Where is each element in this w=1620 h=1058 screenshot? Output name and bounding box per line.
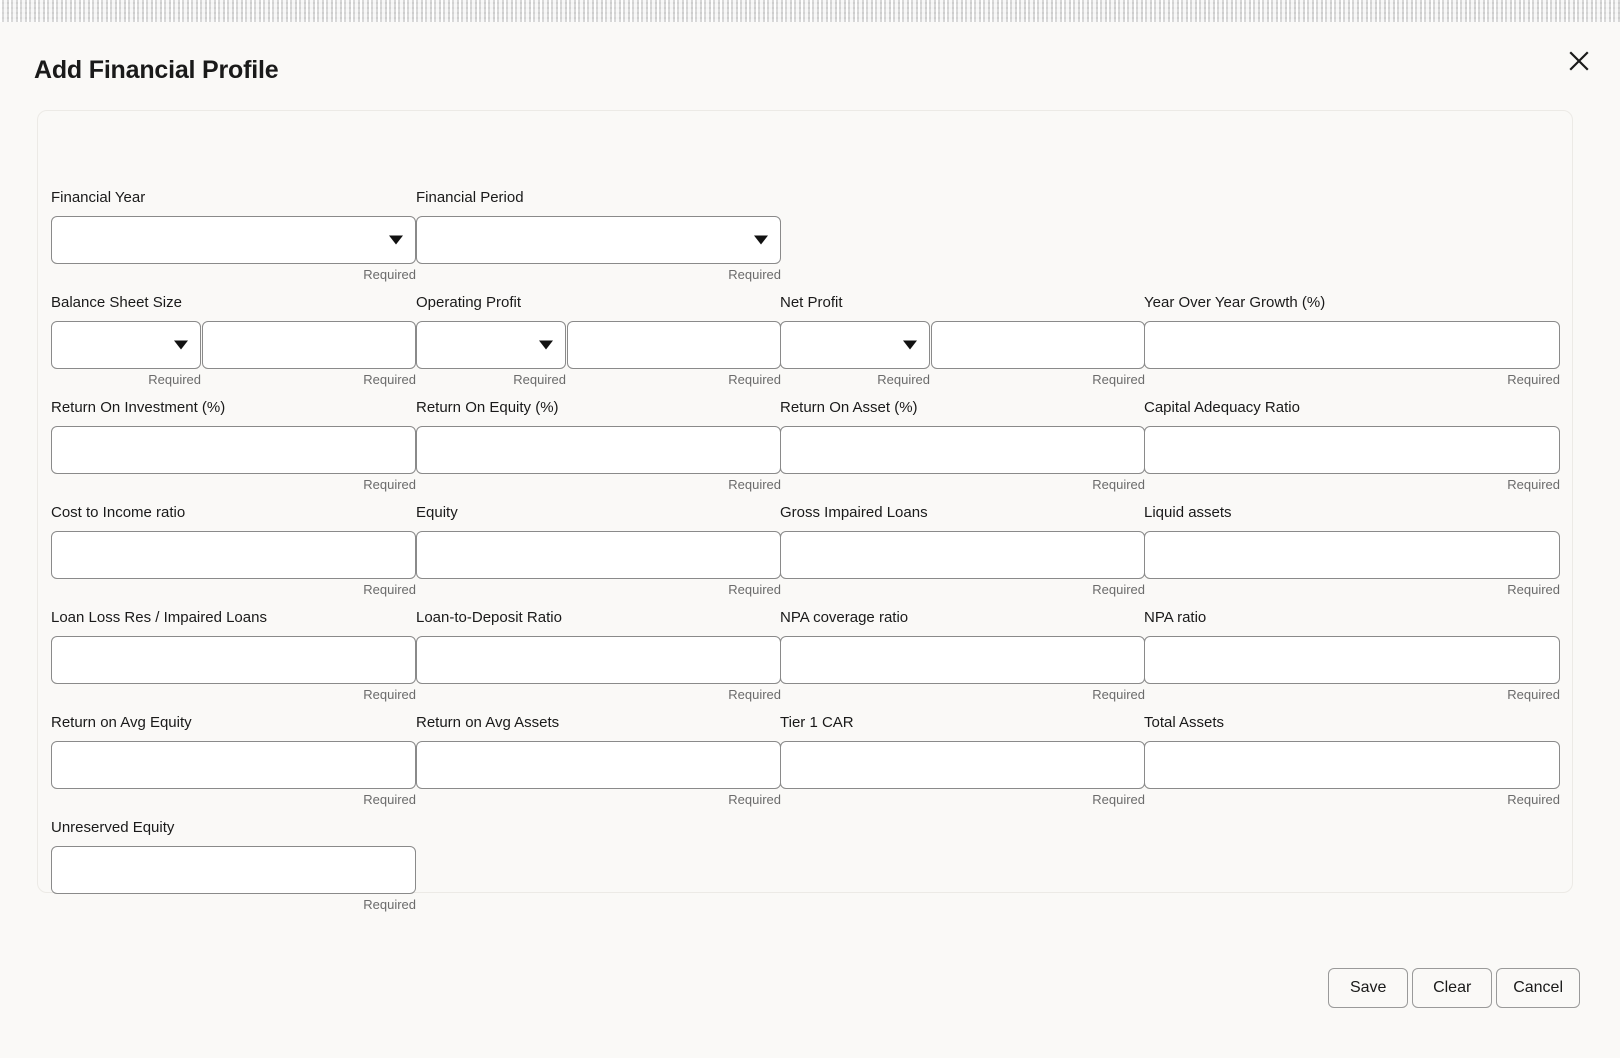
add-financial-profile-dialog: Add Financial Profile Financial Year Requ… [0,22,1620,1058]
input-operating-profit[interactable] [567,321,781,369]
required-helper-text: Required [567,372,781,388]
required-helper-text: Required [416,687,781,703]
input-year-over-year-growth-pct[interactable] [1144,321,1560,369]
required-helper-text: Required [51,372,201,388]
field-label: Balance Sheet Size [51,294,182,312]
input-loan-loss-res-impaired-loans[interactable] [51,636,416,684]
field-label: NPA ratio [1144,609,1206,627]
field-label: Cost to Income ratio [51,504,185,522]
chevron-down-icon [903,341,917,350]
required-helper-text: Required [1144,687,1560,703]
input-liquid-assets[interactable] [1144,531,1560,579]
field-label: Unreserved Equity [51,819,174,837]
field-label: Net Profit [780,294,843,312]
field-label: Return On Investment (%) [51,399,225,417]
financial-profile-form-card: Financial Year Required Financial Period Re… [37,110,1573,893]
required-helper-text: Required [51,582,416,598]
required-helper-text: Required [51,792,416,808]
required-helper-text: Required [780,477,1145,493]
unit-select-net-profit[interactable] [780,321,930,369]
input-net-profit[interactable] [931,321,1145,369]
input-gross-impaired-loans[interactable] [780,531,1145,579]
input-return-on-asset-pct[interactable] [780,426,1145,474]
input-npa-ratio[interactable] [1144,636,1560,684]
field-label: Loan Loss Res / Impaired Loans [51,609,267,627]
input-npa-coverage-ratio[interactable] [780,636,1145,684]
input-loan-to-deposit-ratio[interactable] [416,636,781,684]
required-helper-text: Required [780,687,1145,703]
field-label: Operating Profit [416,294,521,312]
window-chrome-texture [0,0,1620,22]
chevron-down-icon [539,341,553,350]
required-helper-text: Required [51,897,416,913]
save-button[interactable]: Save [1328,968,1408,1008]
unit-select-balance-sheet-size[interactable] [51,321,201,369]
field-label: Tier 1 CAR [780,714,854,732]
field-label: Capital Adequacy Ratio [1144,399,1300,417]
field-label: NPA coverage ratio [780,609,908,627]
required-helper-text: Required [51,477,416,493]
input-return-on-avg-assets[interactable] [416,741,781,789]
input-cost-to-income-ratio[interactable] [51,531,416,579]
cancel-button[interactable]: Cancel [1496,968,1580,1008]
select-financial-period[interactable] [416,216,781,264]
chevron-down-icon [389,236,403,245]
clear-button[interactable]: Clear [1412,968,1492,1008]
close-icon[interactable] [1562,44,1596,78]
input-balance-sheet-size[interactable] [202,321,416,369]
required-helper-text: Required [416,792,781,808]
required-helper-text: Required [1144,582,1560,598]
field-label: Year Over Year Growth (%) [1144,294,1325,312]
field-label: Return On Equity (%) [416,399,559,417]
input-equity[interactable] [416,531,781,579]
input-return-on-investment-pct[interactable] [51,426,416,474]
required-helper-text: Required [780,372,930,388]
required-helper-text: Required [202,372,416,388]
field-label: Return on Avg Equity [51,714,192,732]
page-title: Add Financial Profile [34,56,278,85]
field-label: Financial Year [51,189,145,207]
field-label: Loan-to-Deposit Ratio [416,609,562,627]
input-return-on-avg-equity[interactable] [51,741,416,789]
field-label: Total Assets [1144,714,1224,732]
required-helper-text: Required [780,792,1145,808]
required-helper-text: Required [931,372,1145,388]
required-helper-text: Required [1144,792,1560,808]
dialog-footer-actions: SaveClearCancel [0,968,1620,1008]
required-helper-text: Required [780,582,1145,598]
input-return-on-equity-pct[interactable] [416,426,781,474]
input-unreserved-equity[interactable] [51,846,416,894]
field-label: Financial Period [416,189,524,207]
field-label: Return On Asset (%) [780,399,918,417]
close-glyph [1568,50,1590,72]
field-label: Liquid assets [1144,504,1232,522]
required-helper-text: Required [416,582,781,598]
input-total-assets[interactable] [1144,741,1560,789]
required-helper-text: Required [1144,477,1560,493]
required-helper-text: Required [51,687,416,703]
input-capital-adequacy-ratio[interactable] [1144,426,1560,474]
required-helper-text: Required [416,477,781,493]
input-tier-1-car[interactable] [780,741,1145,789]
required-helper-text: Required [1144,372,1560,388]
required-helper-text: Required [416,267,781,283]
required-helper-text: Required [51,267,416,283]
select-financial-year[interactable] [51,216,416,264]
required-helper-text: Required [416,372,566,388]
chevron-down-icon [754,236,768,245]
chevron-down-icon [174,341,188,350]
field-label: Return on Avg Assets [416,714,559,732]
field-label: Equity [416,504,458,522]
field-label: Gross Impaired Loans [780,504,928,522]
unit-select-operating-profit[interactable] [416,321,566,369]
